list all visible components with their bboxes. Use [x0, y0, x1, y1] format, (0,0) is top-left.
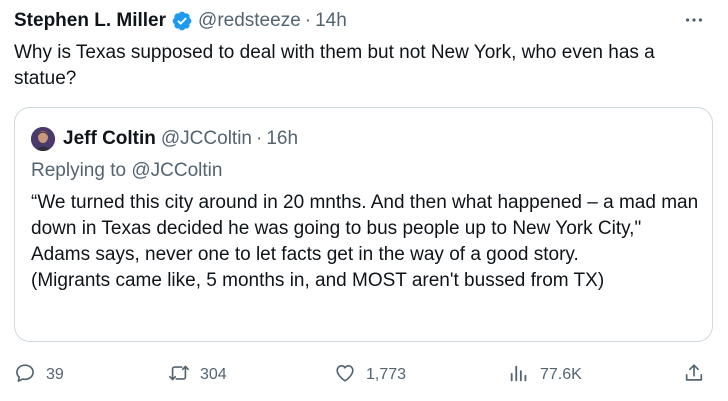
quoted-author-handle[interactable]: @JCColtin	[161, 128, 252, 150]
views-button[interactable]: 77.6K	[508, 360, 582, 390]
replying-to-handle[interactable]: @JCColtin	[131, 160, 222, 181]
tweet-header: Stephen L. Miller @redsteeze · 14h	[14, 9, 347, 33]
tweet: Stephen L. Miller @redsteeze · 14h Why i…	[0, 0, 728, 401]
views-count: 77.6K	[540, 366, 582, 383]
avatar[interactable]	[31, 127, 55, 151]
share-icon	[683, 362, 705, 389]
quoted-timestamp[interactable]: 16h	[266, 128, 298, 150]
verified-badge-icon[interactable]	[171, 10, 193, 32]
action-bar: 39 304 1,773 77.6K	[0, 360, 728, 390]
quoted-text-paragraph: (Migrants came like, 5 months in, and MO…	[31, 270, 605, 291]
share-button[interactable]	[683, 360, 705, 390]
timestamp[interactable]: 14h	[315, 10, 347, 32]
quoted-tweet-text: “We turned this city around in 20 mnths.…	[31, 190, 701, 294]
replying-to: Replying to @JCColtin	[31, 160, 222, 182]
separator-dot: ·	[304, 10, 312, 31]
quoted-text-paragraph: “We turned this city around in 20 mnths.…	[31, 192, 699, 265]
author-handle[interactable]: @redsteeze	[198, 10, 301, 32]
reply-icon	[14, 362, 36, 389]
like-count: 1,773	[366, 366, 407, 383]
quoted-author-name[interactable]: Jeff Coltin	[63, 128, 156, 150]
like-icon	[334, 362, 356, 389]
reply-button[interactable]: 39	[14, 360, 64, 390]
quoted-tweet-header: Jeff Coltin @JCColtin · 16h	[31, 126, 298, 152]
retweet-icon	[168, 362, 190, 389]
author-name[interactable]: Stephen L. Miller	[14, 10, 166, 32]
replying-to-label: Replying to	[31, 160, 132, 181]
views-icon	[508, 362, 530, 389]
more-icon[interactable]	[680, 8, 708, 32]
reply-count: 39	[46, 366, 64, 383]
retweet-count: 304	[200, 366, 227, 383]
quoted-tweet[interactable]: Jeff Coltin @JCColtin · 16h Replying to …	[14, 107, 713, 342]
separator-dot: ·	[255, 128, 263, 149]
retweet-button[interactable]: 304	[168, 360, 227, 390]
like-button[interactable]: 1,773	[334, 360, 406, 390]
tweet-text: Why is Texas supposed to deal with them …	[14, 42, 655, 89]
